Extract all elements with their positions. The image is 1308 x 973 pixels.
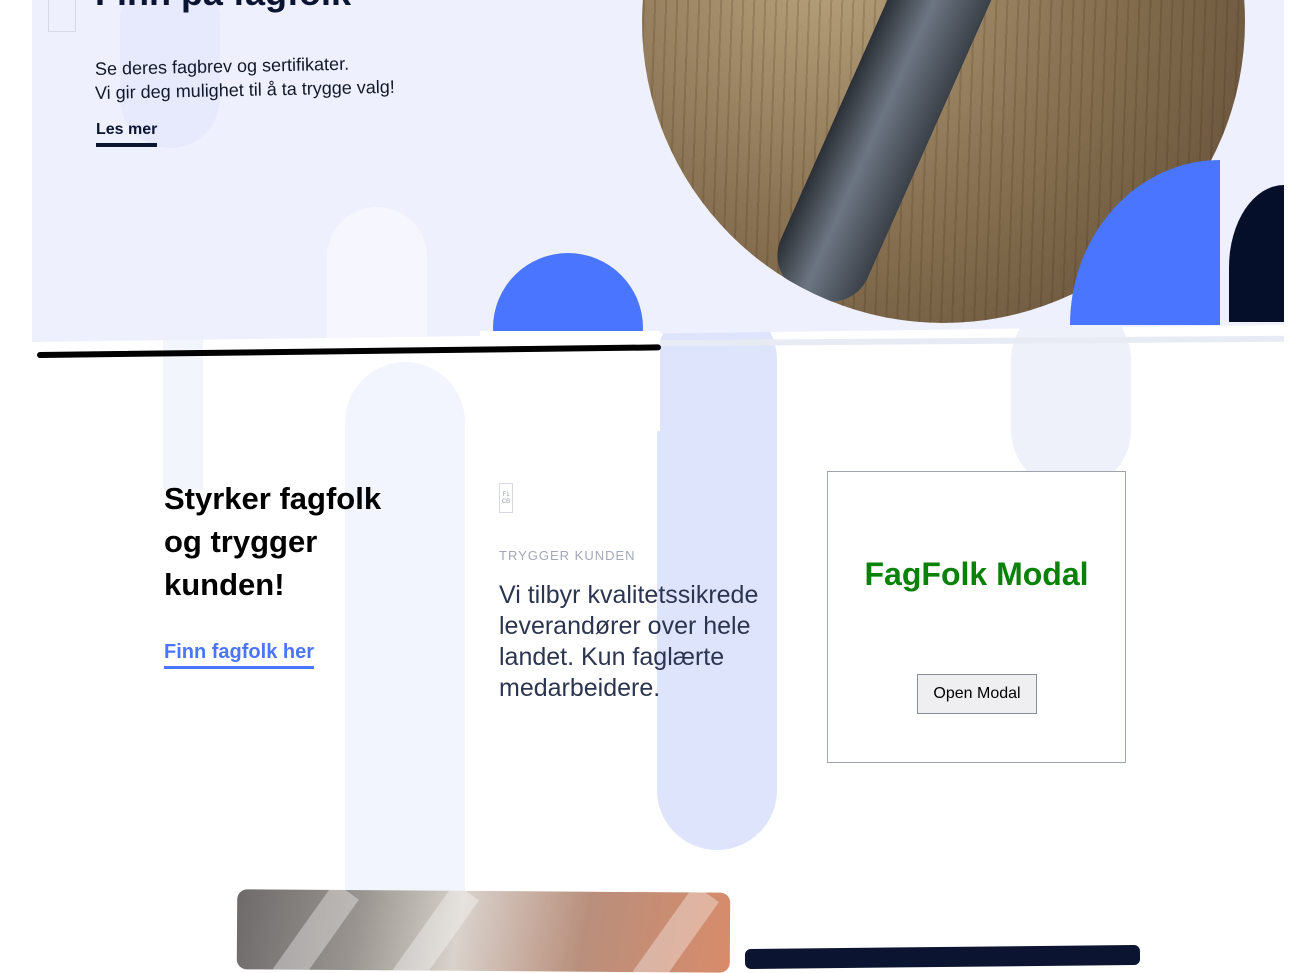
hero-corner-badge (48, 0, 76, 32)
feature-logo-icon: F1 CB (499, 483, 513, 513)
decor-pill (1011, 300, 1131, 490)
decor-pill (327, 207, 427, 342)
hero-title: Finn på fagfolk (95, 0, 351, 14)
feature-eyebrow: TRYGGER KUNDEN (499, 548, 636, 563)
modal-card: FagFolk Modal Open Modal (827, 471, 1126, 763)
modal-card-title: FagFolk Modal (864, 556, 1089, 592)
bottom-dark-card (744, 944, 1141, 970)
image-streak (264, 889, 359, 973)
read-more-link[interactable]: Les mer (96, 121, 158, 147)
decor-pill (657, 300, 777, 850)
section-heading: Styrker fagfolk og trygger kunden! (164, 481, 382, 602)
feature-description: Vi tilbyr kvalitetssikrede leverandører … (499, 581, 759, 702)
bottom-image (236, 889, 731, 973)
open-modal-button[interactable]: Open Modal (917, 674, 1037, 714)
find-professionals-link[interactable]: Finn fagfolk her (164, 641, 314, 669)
image-streak (384, 889, 479, 973)
decor-pill (345, 362, 465, 962)
image-streak (624, 889, 719, 973)
